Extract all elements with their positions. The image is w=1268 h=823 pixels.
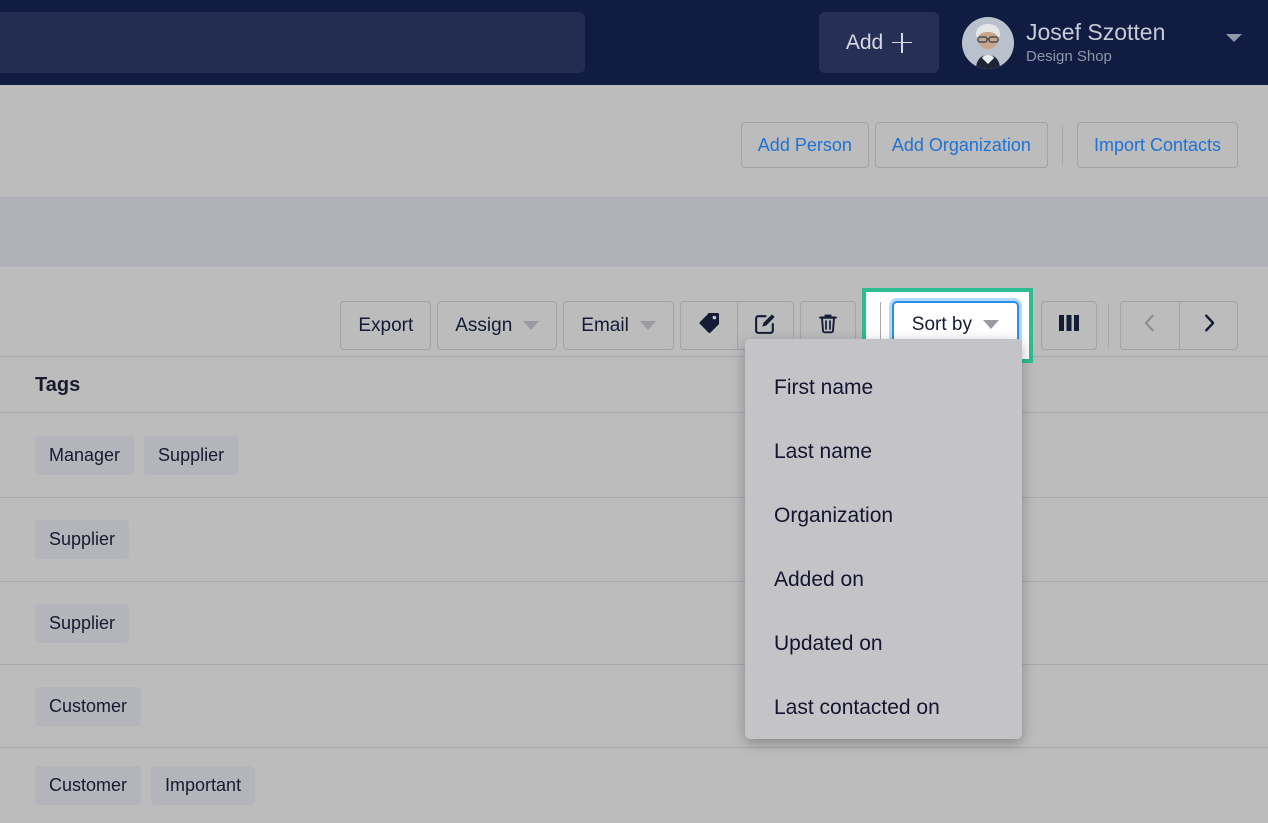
table-row[interactable]: Customer Important [0, 748, 1268, 823]
divider [1108, 303, 1109, 348]
sort-menu-item-updated-on[interactable]: Updated on [745, 612, 1022, 676]
column-header-tags: Tags [35, 373, 81, 396]
tag-chip[interactable]: Important [151, 766, 256, 805]
chevron-left-icon [1139, 312, 1161, 339]
plus-icon [892, 32, 913, 53]
columns-button[interactable] [1041, 301, 1097, 350]
tag-button[interactable] [681, 302, 737, 349]
subheader-actions: Add Person Add Organization Import Conta… [740, 122, 1238, 168]
divider [1061, 125, 1063, 165]
export-button[interactable]: Export [340, 301, 432, 350]
chevron-down-icon [983, 320, 999, 329]
table-header-row: Tags [0, 358, 1268, 413]
tag-chip[interactable]: Supplier [35, 603, 130, 643]
add-organization-button[interactable]: Add Organization [874, 122, 1048, 168]
tag-chip[interactable]: Supplier [144, 435, 239, 475]
avatar [962, 17, 1014, 69]
import-contacts-button[interactable]: Import Contacts [1076, 122, 1238, 168]
sort-menu-item-organization[interactable]: Organization [745, 484, 1022, 548]
table-row[interactable]: Supplier [0, 498, 1268, 582]
table-row[interactable]: Manager Supplier [0, 413, 1268, 498]
top-navigation-bar: Add Josef Szotten Design Shop [0, 0, 1268, 85]
list-toolbar: Export Assign Email Sort by [0, 269, 1268, 363]
table-row[interactable]: Supplier [0, 582, 1268, 665]
tag-chip[interactable]: Customer [35, 686, 142, 726]
tag-chip[interactable]: Supplier [35, 520, 130, 559]
columns-icon [1056, 311, 1082, 340]
contacts-subheader: Add Person Add Organization Import Conta… [0, 85, 1268, 198]
chevron-right-icon [1198, 312, 1220, 339]
user-name: Josef Szotten [1026, 19, 1166, 46]
sort-menu-item-last-name[interactable]: Last name [745, 420, 1022, 484]
email-label: Email [581, 314, 629, 336]
previous-page-button[interactable] [1121, 302, 1179, 349]
pagination [1120, 301, 1238, 350]
chevron-down-icon[interactable] [1226, 34, 1242, 42]
chevron-down-icon [523, 321, 540, 330]
table-row[interactable]: Customer [0, 665, 1268, 748]
sort-by-menu: First name Last name Organization Added … [745, 339, 1022, 739]
sort-menu-item-last-contacted-on[interactable]: Last contacted on [745, 676, 1022, 740]
sort-menu-item-first-name[interactable]: First name [745, 356, 1022, 420]
filter-band [0, 198, 1268, 268]
tag-chip[interactable]: Customer [35, 766, 142, 805]
email-dropdown-button[interactable]: Email [563, 301, 674, 350]
add-button-label: Add [845, 30, 884, 54]
add-person-button[interactable]: Add Person [740, 122, 869, 168]
sort-menu-item-added-on[interactable]: Added on [745, 548, 1022, 612]
chevron-down-icon [639, 321, 656, 330]
next-page-button[interactable] [1179, 302, 1237, 349]
add-button[interactable]: Add [819, 12, 939, 73]
tag-chip[interactable]: Manager [35, 435, 135, 475]
tag-icon [697, 311, 721, 340]
sort-by-label: Sort by [911, 313, 972, 335]
edit-pencil-icon [753, 311, 778, 341]
assign-dropdown-button[interactable]: Assign [437, 301, 558, 350]
user-menu[interactable]: Josef Szotten Design Shop [962, 10, 1165, 76]
user-organization: Design Shop [1026, 47, 1112, 65]
search-input[interactable] [0, 12, 585, 73]
assign-label: Assign [455, 314, 513, 336]
trash-icon [816, 311, 840, 340]
